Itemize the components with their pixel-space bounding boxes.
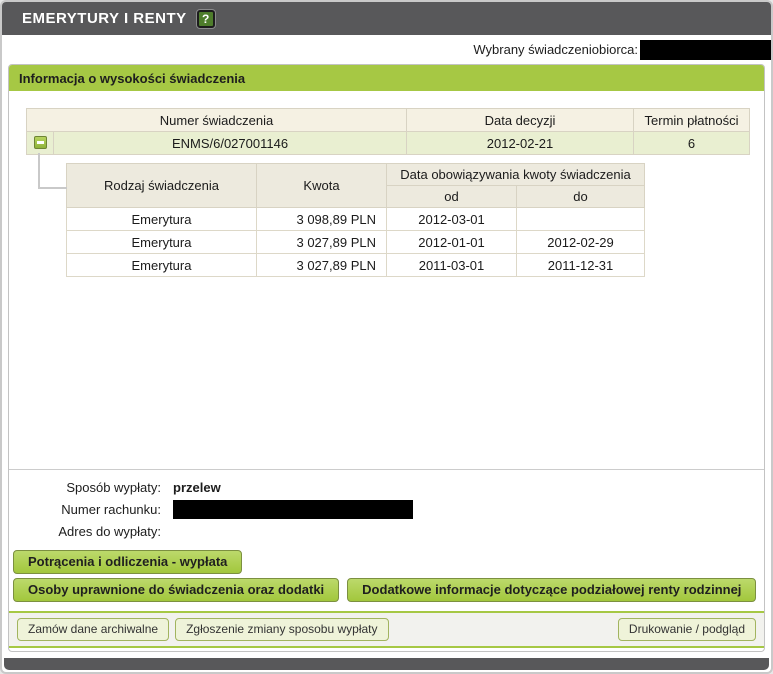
payout-address-row: Adres do wypłaty: [9,522,764,541]
payment-method-value: przelew [173,480,221,495]
account-number-label: Numer rachunku: [9,502,161,517]
collapse-cell [27,132,54,155]
order-archive-data-button[interactable]: Zamów dane archiwalne [17,618,169,641]
col-header-od: od [387,186,517,208]
amount-row: Emerytura 3 027,89 PLN 2011-03-01 2011-1… [67,254,645,277]
amount-row: Emerytura 3 027,89 PLN 2012-01-01 2012-0… [67,231,645,254]
panel-header: Informacja o wysokości świadczenia [9,65,764,91]
rodzaj-cell: Emerytura [67,231,257,254]
payment-method-row: Sposób wypłaty: przelew [9,478,764,497]
rodzaj-cell: Emerytura [67,208,257,231]
page-title: EMERYTURY I RENTY [22,10,187,27]
col-header-numer-swiadczenia: Numer świadczenia [27,109,407,132]
col-header-do: do [517,186,645,208]
additional-info-button[interactable]: Dodatkowe informacje dotyczące podziałow… [347,578,756,602]
actions-row-2: Osoby uprawnione do świadczenia oraz dod… [13,578,760,602]
col-header-data-obowiazywania: Data obowiązywania kwoty świadczenia [387,164,645,186]
footer-left-group: Zamów dane archiwalne Zgłoszenie zmiany … [17,618,389,641]
rodzaj-cell: Emerytura [67,254,257,277]
kwota-cell: 3 027,89 PLN [257,231,387,254]
benefit-number-cell: ENMS/6/027001146 [54,132,407,155]
payment-info-section: Sposób wypłaty: przelew Numer rachunku: … [9,470,764,548]
beneficiary-label: Wybrany świadczeniobiorca: [473,42,638,57]
benefit-row[interactable]: ENMS/6/027001146 2012-02-21 6 [27,132,750,155]
amount-row: Emerytura 3 098,89 PLN 2012-03-01 [67,208,645,231]
redacted-beneficiary-name [640,40,771,60]
od-cell: 2012-01-01 [387,231,517,254]
od-cell: 2012-03-01 [387,208,517,231]
decision-date-cell: 2012-02-21 [407,132,634,155]
payment-term-cell: 6 [634,132,750,155]
benefit-info-panel: Informacja o wysokości świadczenia Numer… [8,64,765,652]
emerytury-window: EMERYTURY I RENTY ? Wybrany świadczeniob… [0,0,773,674]
col-header-kwota: Kwota [257,164,387,208]
beneficiary-strip: Wybrany świadczeniobiorca: [2,35,771,64]
do-cell [517,208,645,231]
amounts-header-row-1: Rodzaj świadczenia Kwota Data obowiązywa… [67,164,645,186]
benefits-table: Numer świadczenia Data decyzji Termin pł… [26,108,750,155]
redacted-account-number [173,500,413,519]
col-header-termin-platnosci: Termin płatności [634,109,750,132]
do-cell: 2011-12-31 [517,254,645,277]
entitled-persons-button[interactable]: Osoby uprawnione do świadczenia oraz dod… [13,578,339,602]
amounts-table: Rodzaj świadczenia Kwota Data obowiązywa… [66,163,645,277]
od-cell: 2011-03-01 [387,254,517,277]
kwota-cell: 3 098,89 PLN [257,208,387,231]
col-header-rodzaj: Rodzaj świadczenia [67,164,257,208]
kwota-cell: 3 027,89 PLN [257,254,387,277]
account-number-row: Numer rachunku: [9,500,764,519]
print-preview-button[interactable]: Drukowanie / podgląd [618,618,756,641]
title-bar: EMERYTURY I RENTY ? [2,2,771,35]
benefits-header-row: Numer świadczenia Data decyzji Termin pł… [27,109,750,132]
panel-title: Informacja o wysokości świadczenia [19,71,245,86]
payment-change-request-button[interactable]: Zgłoszenie zmiany sposobu wypłaty [175,618,388,641]
action-buttons-section: Potrącenia i odliczenia - wypłata Osoby … [9,548,764,611]
collapse-row-icon[interactable] [34,136,47,149]
do-cell: 2012-02-29 [517,231,645,254]
panel-footer-bar: Zamów dane archiwalne Zgłoszenie zmiany … [9,611,764,648]
help-icon[interactable]: ? [197,10,215,28]
actions-row-1: Potrącenia i odliczenia - wypłata [13,550,760,574]
deductions-button[interactable]: Potrącenia i odliczenia - wypłata [13,550,242,574]
col-header-data-decyzji: Data decyzji [407,109,634,132]
tree-connector [38,153,67,189]
table-area: Numer świadczenia Data decyzji Termin pł… [9,91,764,469]
bottom-window-chrome [4,658,769,670]
payout-address-label: Adres do wypłaty: [9,524,161,539]
payment-method-label: Sposób wypłaty: [9,480,161,495]
